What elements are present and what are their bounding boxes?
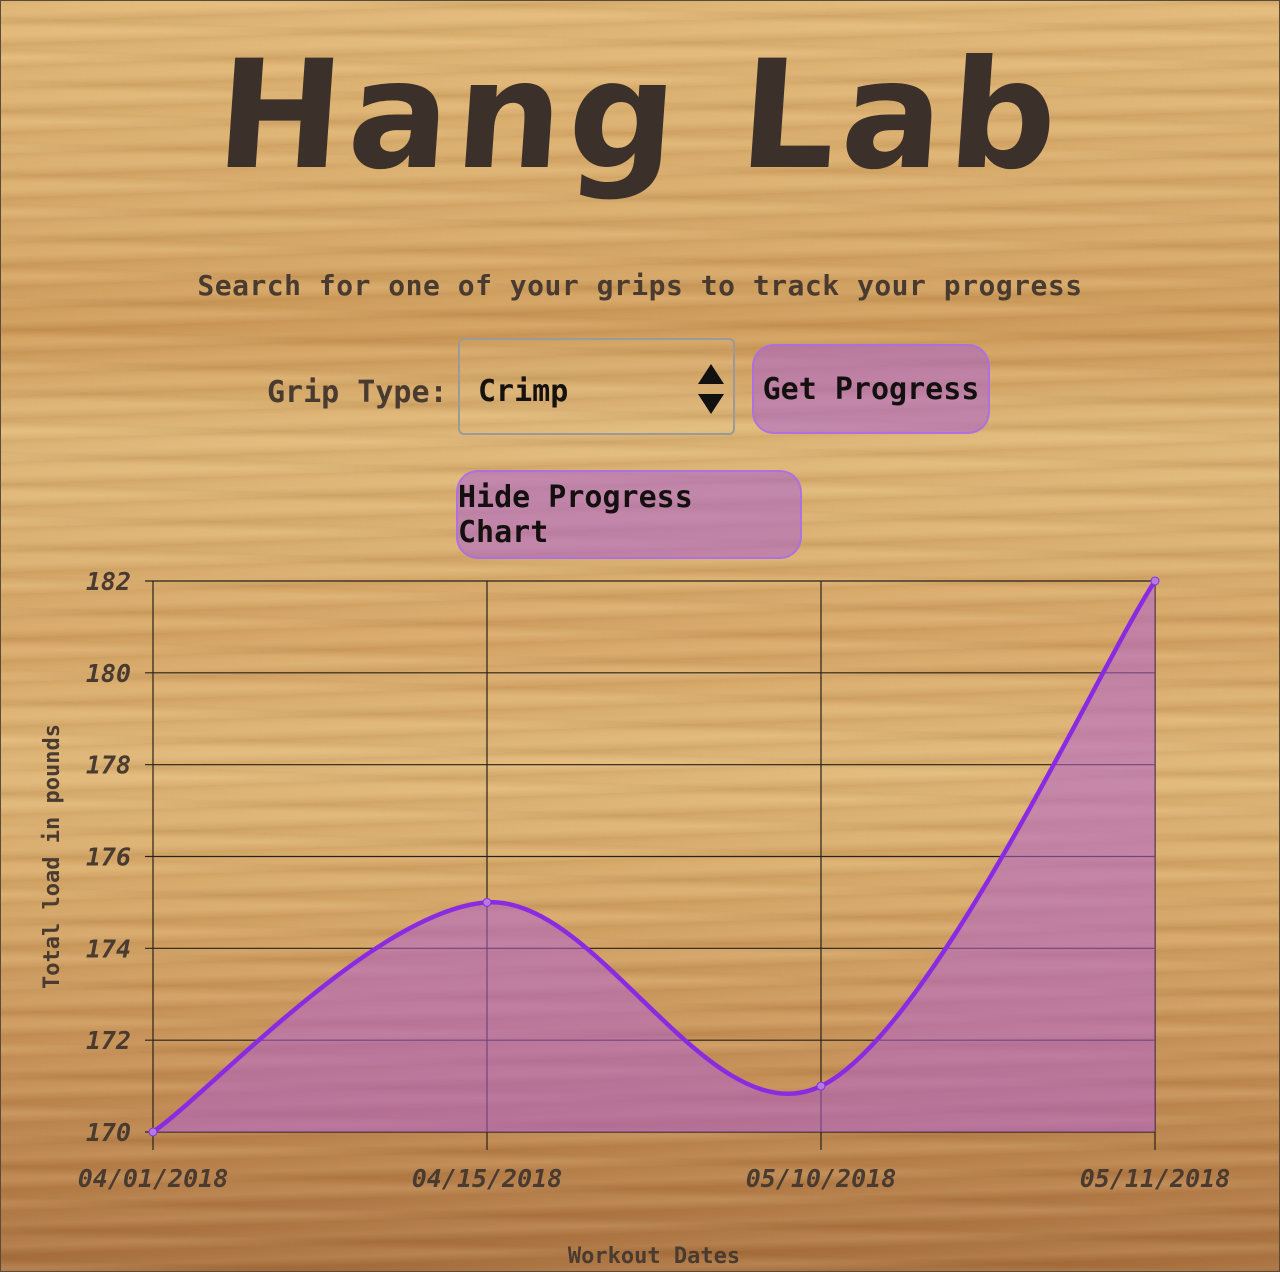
y-tick-label: 174 [86, 934, 131, 963]
y-tick-label: 178 [86, 751, 131, 780]
progress-chart: 170 172 174 176 178 180 182 04/01/2018 04/15/201… [40, 567, 1231, 1269]
y-tick-label: 170 [86, 1118, 131, 1147]
x-axis-title: Workout Dates [568, 1244, 740, 1269]
y-axis-title: Total load in pounds [40, 724, 65, 989]
y-tick-label: 182 [86, 567, 131, 596]
data-point [148, 1127, 158, 1137]
y-tick-label: 176 [86, 843, 131, 872]
data-point [816, 1081, 826, 1091]
x-tick-label: 05/11/2018 [1080, 1164, 1231, 1193]
y-tick-label: 172 [86, 1026, 131, 1055]
x-tick-label: 05/10/2018 [746, 1164, 897, 1193]
x-tick-label: 04/01/2018 [78, 1164, 229, 1193]
x-tick-label: 04/15/2018 [412, 1164, 563, 1193]
data-point [482, 897, 492, 907]
y-tick-label: 180 [86, 659, 131, 688]
data-point [1150, 576, 1160, 586]
